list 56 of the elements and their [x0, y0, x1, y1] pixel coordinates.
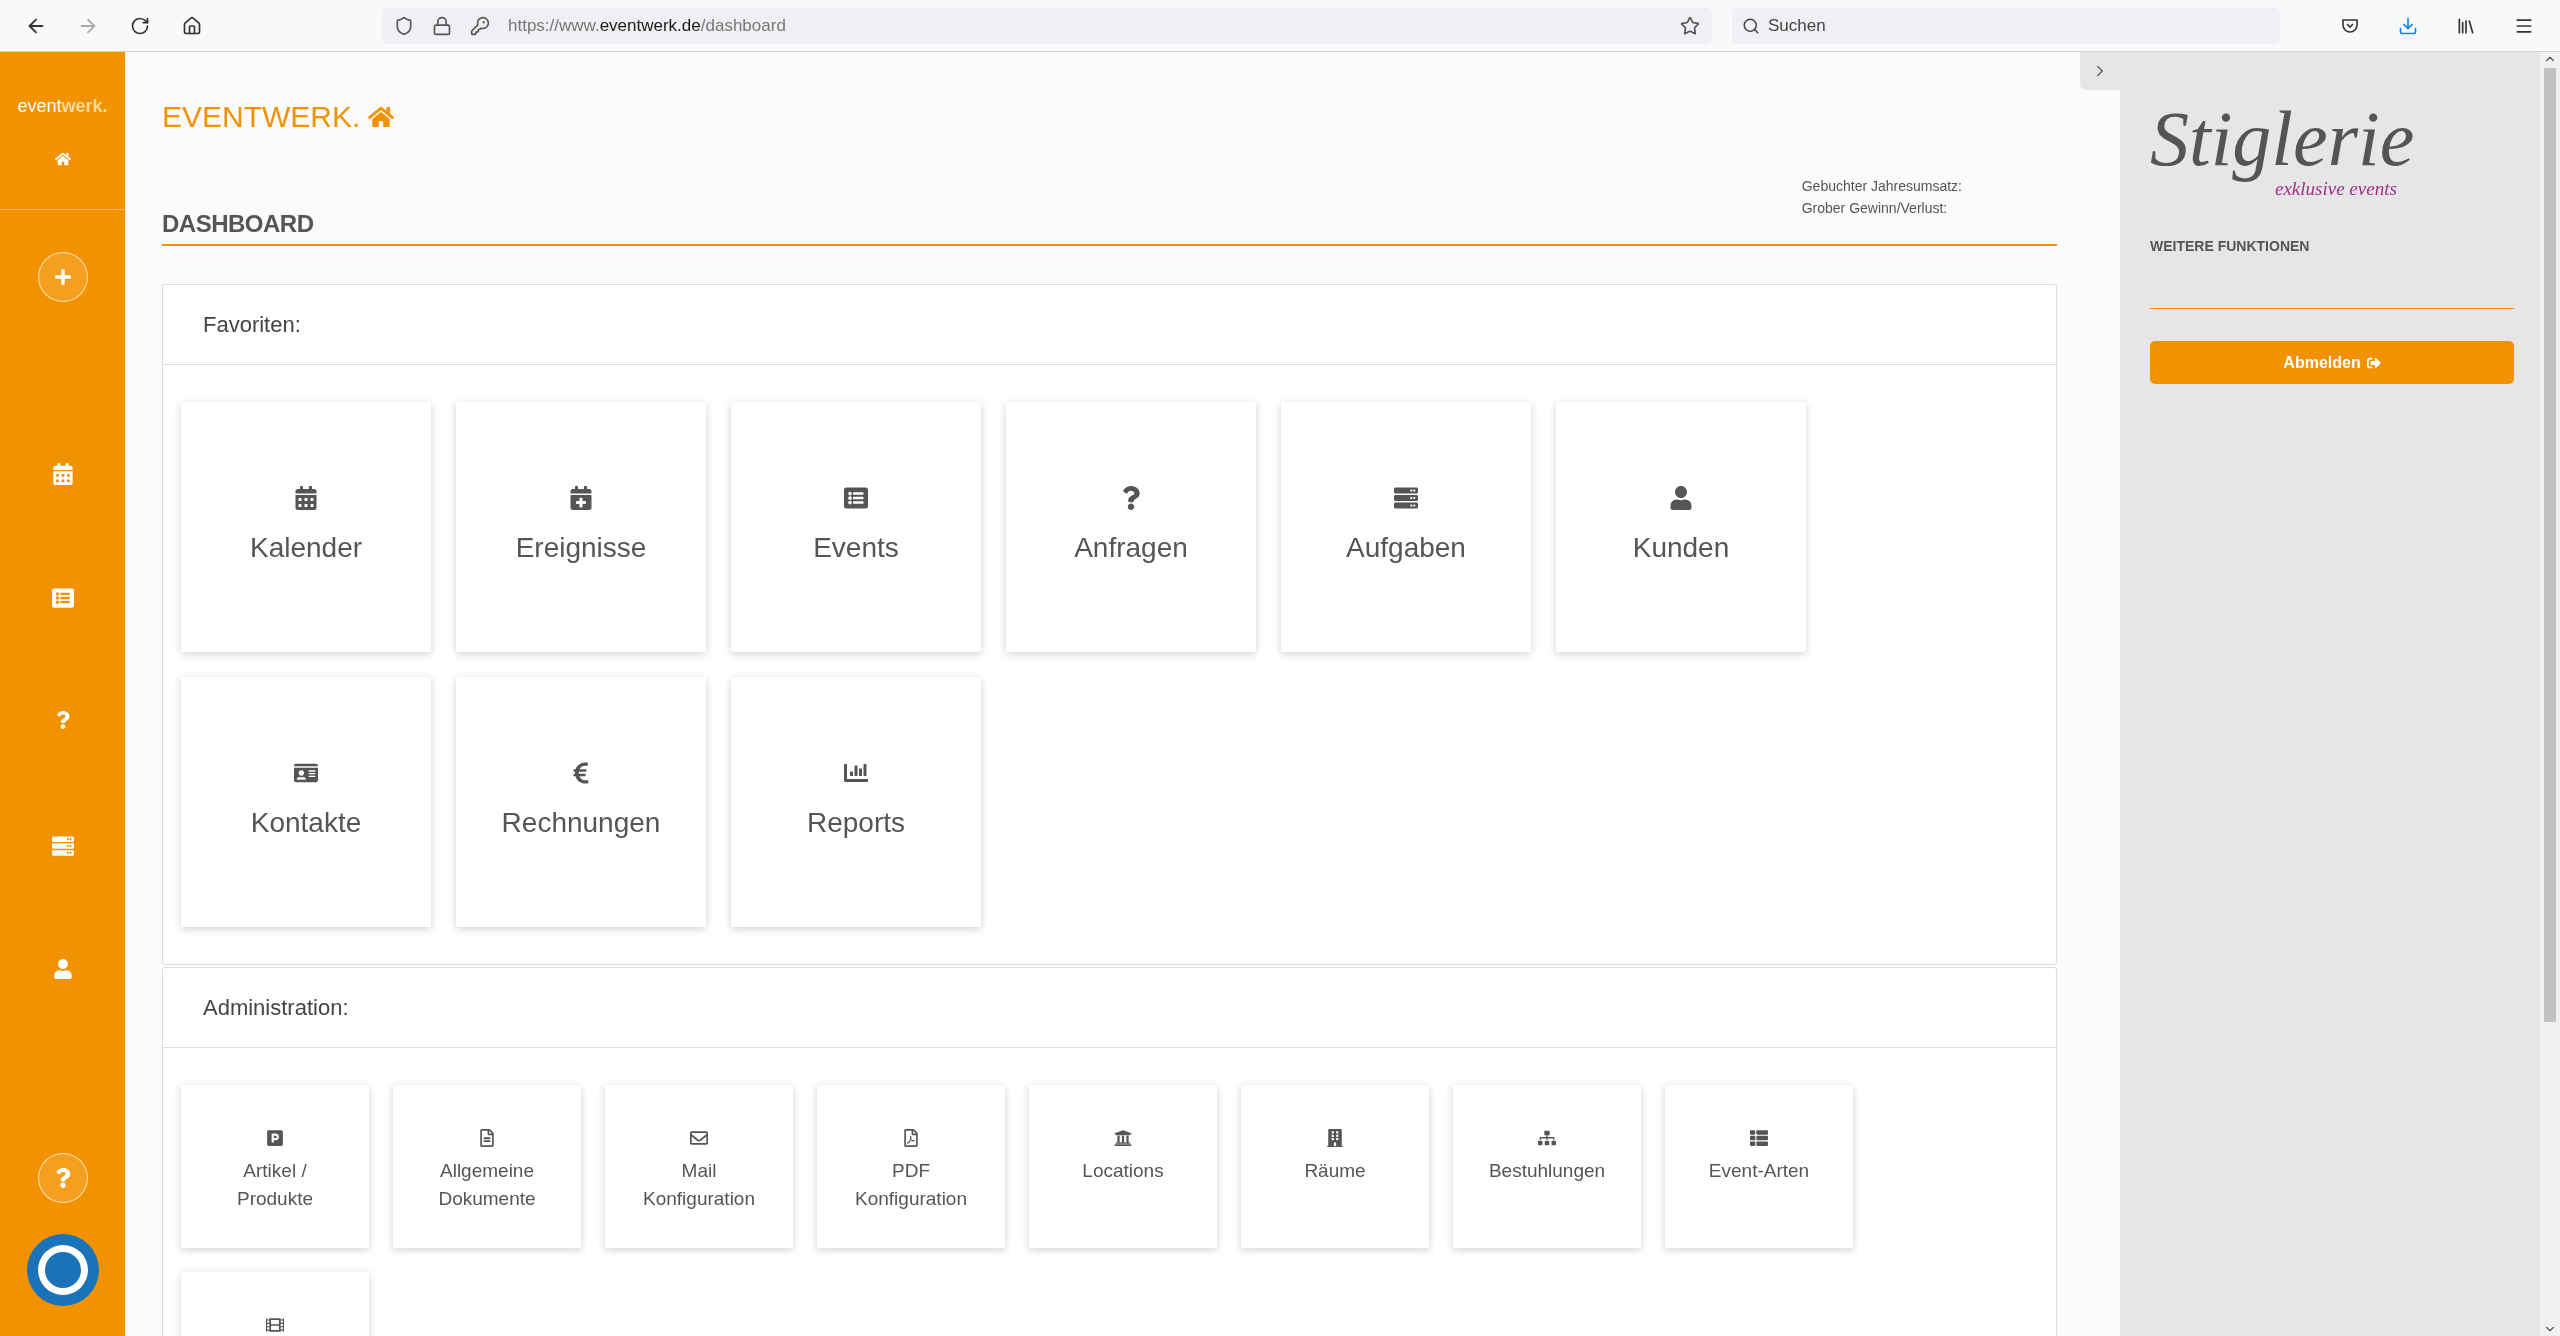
dashboard-tile[interactable]: Anfragen: [1006, 402, 1256, 652]
page-title: DASHBOARD: [162, 210, 314, 238]
building-columns-icon: [1114, 1129, 1132, 1147]
search-icon: [1742, 16, 1760, 35]
calendar-icon: [294, 485, 318, 510]
dashboard-tile[interactable]: Ereignisse: [456, 402, 706, 652]
dashboard-tile[interactable]: Bestuhlungen: [1453, 1085, 1641, 1248]
stack-icon: [1394, 485, 1418, 510]
logo-text: eventwerk.: [17, 96, 108, 117]
dashboard-tile[interactable]: Reports: [731, 677, 981, 927]
list-icon: [1750, 1129, 1768, 1147]
key-icon[interactable]: [470, 15, 490, 36]
stack-icon[interactable]: [51, 835, 74, 859]
dashboard-tile[interactable]: Event-Arten: [1665, 1085, 1853, 1248]
film-icon: [266, 1316, 284, 1334]
calendar-plus-icon: [569, 485, 593, 510]
dashboard-tile[interactable]: Rechnungen: [456, 677, 706, 927]
logout-icon: [2366, 355, 2381, 370]
brand-title: EVENTWERK.: [162, 100, 361, 134]
panel-heading: WEITERE FUNKTIONEN: [2150, 238, 2514, 309]
document-icon: [478, 1129, 496, 1147]
dashboard-tile[interactable]: Artikel / Produkte: [181, 1085, 369, 1248]
dashboard-tile[interactable]: Räume: [1241, 1085, 1429, 1248]
dashboard-tile[interactable]: Kontakte: [181, 677, 431, 927]
address-bar[interactable]: https://www.eventwerk.de/dashboard: [382, 7, 1712, 44]
search-field[interactable]: Suchen: [1732, 7, 2280, 44]
list-icon[interactable]: [51, 587, 74, 611]
avatar-icon[interactable]: [25, 1233, 100, 1307]
stat-label: Gebuchter Jahresumsatz:: [1801, 178, 1962, 194]
shield-icon[interactable]: [394, 15, 414, 36]
logo-tagline: exklusive events: [2275, 178, 2397, 200]
dashboard-tile[interactable]: Events: [731, 402, 981, 652]
dashboard-tile[interactable]: Allgemeine Dokumente: [393, 1085, 581, 1248]
dashboard-tile[interactable]: Kalender: [181, 402, 431, 652]
bookmark-star-icon[interactable]: [1680, 15, 1700, 36]
building-icon: [1326, 1129, 1344, 1147]
dashboard-tile[interactable]: Aufgaben: [1281, 402, 1531, 652]
add-icon[interactable]: [37, 252, 88, 302]
parking-icon: [266, 1129, 284, 1147]
sitemap-icon: [1538, 1129, 1556, 1147]
help-icon[interactable]: [37, 1153, 88, 1203]
stat-label: Grober Gewinn/Verlust:: [1801, 200, 1949, 216]
dashboard-tile[interactable]: PDF Konfiguration: [817, 1085, 1005, 1248]
scrollbar[interactable]: [2540, 52, 2560, 1336]
pdf-icon: [902, 1129, 920, 1147]
envelope-icon: [690, 1129, 708, 1147]
dashboard-tile[interactable]: Mail Konfiguration: [605, 1085, 793, 1248]
lock-icon[interactable]: [432, 15, 452, 36]
section-title: Administration:: [203, 994, 349, 1021]
calendar-icon[interactable]: [51, 463, 74, 487]
list-icon: [844, 485, 868, 510]
dashboard-tile[interactable]: Kunden: [1556, 402, 1806, 652]
user-icon: [1669, 485, 1693, 510]
collapse-toggle[interactable]: [2080, 52, 2120, 90]
section-title: Favoriten:: [203, 311, 301, 338]
dashboard-tile[interactable]: Locations: [1029, 1085, 1217, 1248]
